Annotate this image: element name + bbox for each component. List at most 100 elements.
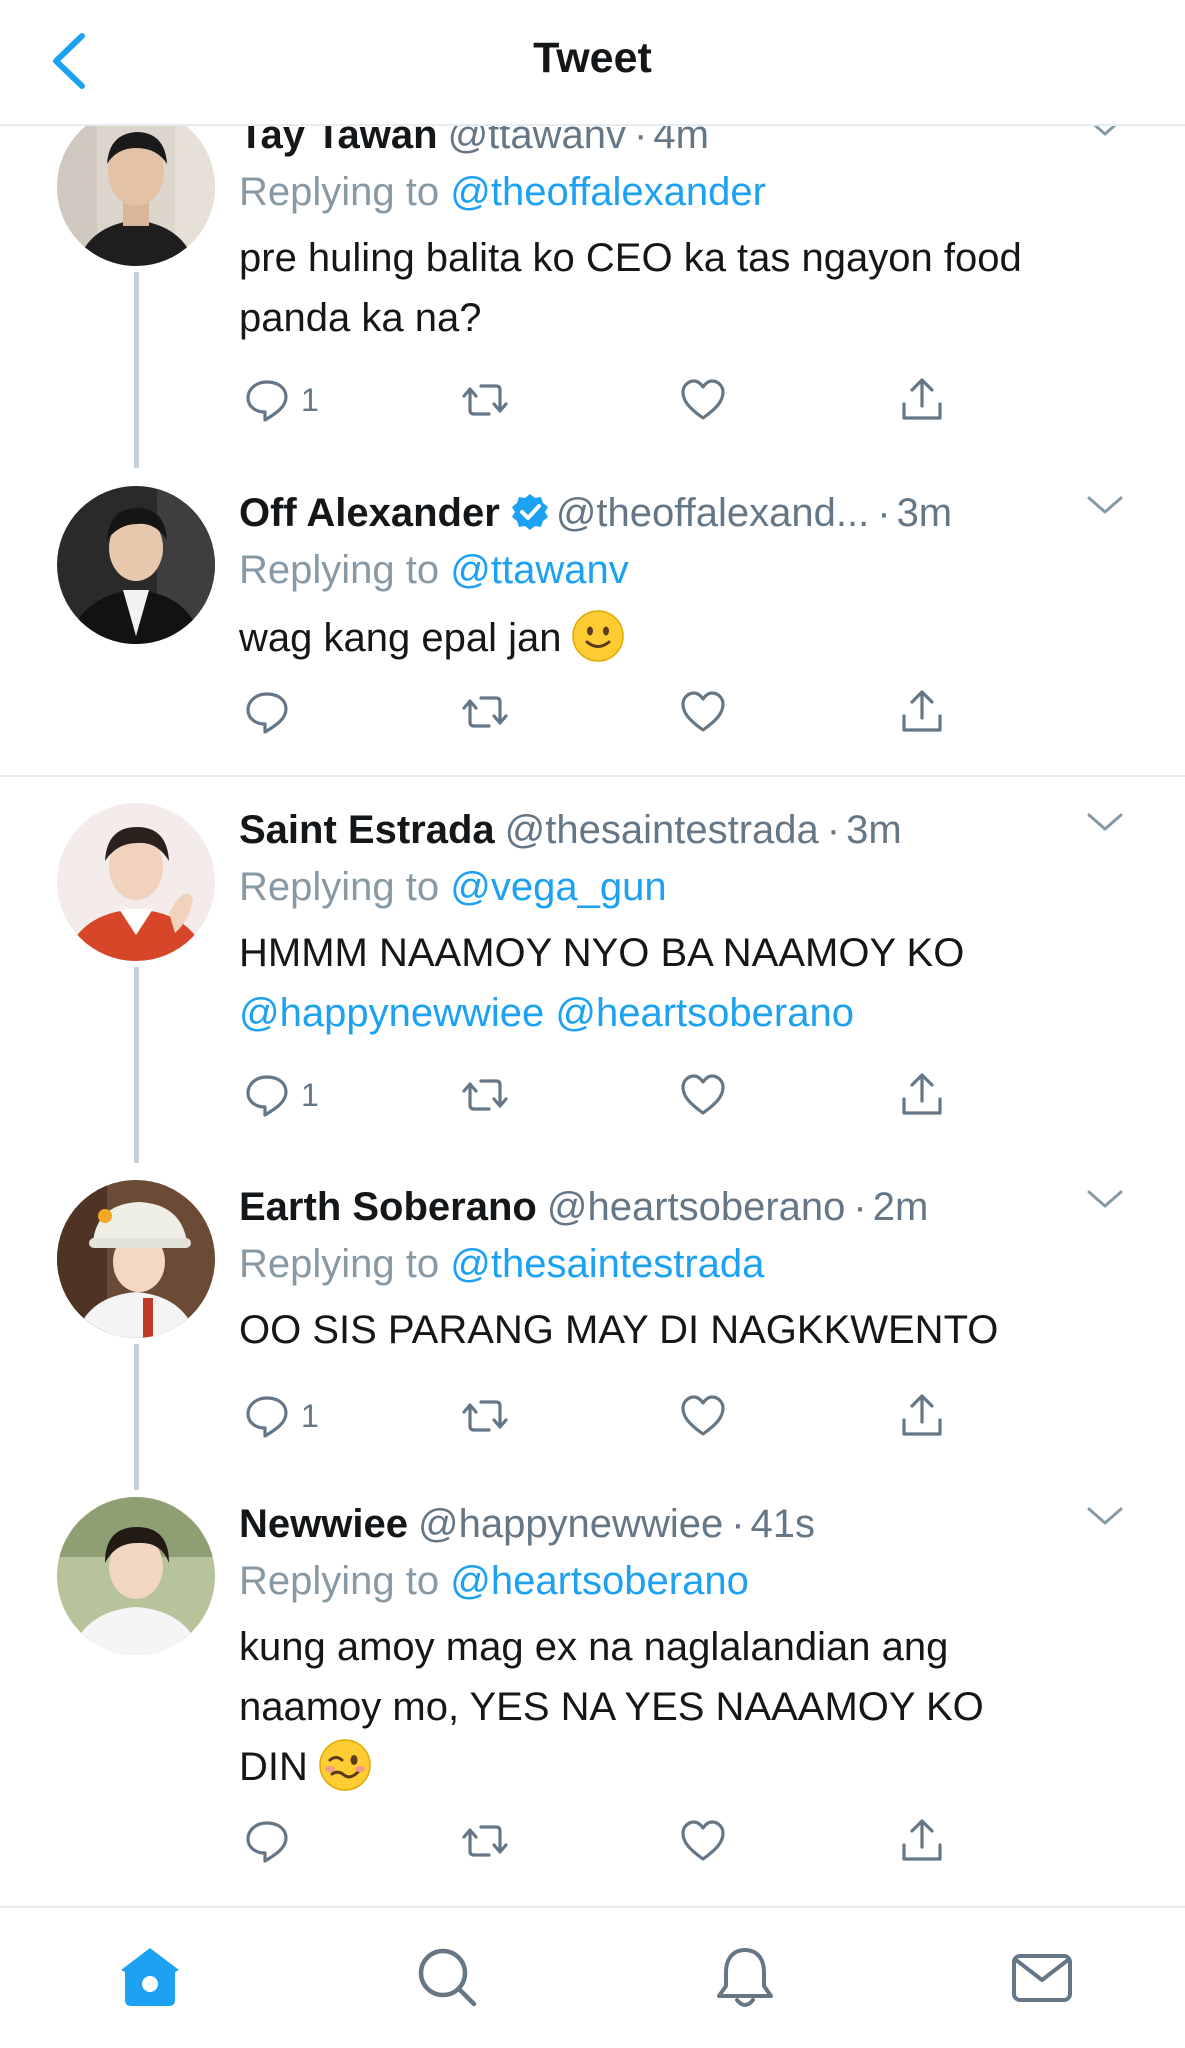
display-name[interactable]: Earth Soberano	[239, 1185, 537, 1229]
user-handle[interactable]: @happynewwiee	[418, 1502, 723, 1546]
share-icon	[902, 378, 942, 420]
chevron-down-icon[interactable]	[1085, 1188, 1125, 1212]
retweet-button[interactable]	[461, 1065, 509, 1125]
replying-to: Replying to @thesaintestrada	[239, 1234, 1145, 1294]
tab-notifications[interactable]	[710, 1942, 780, 2012]
like-button[interactable]	[679, 1386, 727, 1446]
tweet-text-line: naamoy mo, YES NA YES NAAAMOY KO	[239, 1685, 984, 1729]
tweet-tay-tawan[interactable]: Tay Tawan @ttawanv · 4m Replying to @theoff…	[0, 126, 1185, 478]
dot-separator: ·	[853, 1185, 867, 1229]
tweet-off-alexander[interactable]: Off Alexander @theoffalexand... · 3m Replyi…	[0, 486, 1185, 771]
tweet-newwiee[interactable]: Newwiee @happynewwiee · 41s Replying to @he…	[0, 1497, 1185, 1897]
heart-icon	[681, 691, 725, 732]
user-handle[interactable]: @ttawanv	[448, 126, 626, 157]
retweet-button[interactable]	[461, 1811, 509, 1871]
user-handle[interactable]: @theoffalexand...	[556, 491, 869, 535]
retweet-icon	[462, 1400, 508, 1432]
like-button[interactable]	[679, 1065, 727, 1125]
replying-to: Replying to @theoffalexander	[239, 162, 1145, 222]
avatar-newwiee[interactable]	[57, 1497, 215, 1655]
user-handle[interactable]: @thesaintestrada	[505, 808, 819, 852]
mention-link[interactable]: @happynewwiee	[239, 991, 544, 1035]
display-name[interactable]: Saint Estrada	[239, 808, 495, 852]
woozy-face-icon	[319, 1739, 371, 1791]
thread-divider	[0, 775, 1185, 777]
replying-to: Replying to @heartsoberano	[239, 1551, 1145, 1611]
retweet-button[interactable]	[461, 682, 509, 742]
tweet-text-body: HMMM NAAMOY NYO BA NAAMOY KO	[239, 931, 965, 975]
retweet-button[interactable]	[461, 370, 509, 430]
replying-prefix: Replying to	[239, 170, 440, 214]
tweet-earth-soberano[interactable]: Earth Soberano @heartsoberano · 2m Replying…	[0, 1180, 1185, 1490]
replying-to: Replying to @vega_gun	[239, 857, 1145, 917]
reply-button[interactable]: 1	[243, 1386, 319, 1446]
top-bar: Tweet	[0, 0, 1185, 126]
bell-icon	[717, 1948, 773, 2007]
search-icon	[418, 1948, 477, 2007]
retweet-icon	[462, 696, 508, 728]
reply-count: 1	[301, 1076, 319, 1113]
share-icon	[902, 1819, 942, 1861]
user-handle[interactable]: @heartsoberano	[547, 1185, 846, 1229]
heart-icon	[681, 1820, 725, 1861]
tab-search[interactable]	[412, 1942, 482, 2012]
replying-to: Replying to @ttawanv	[239, 540, 1145, 600]
like-button[interactable]	[679, 682, 727, 742]
tweet-text-line: DIN	[239, 1745, 308, 1789]
avatar-earth-soberano[interactable]	[57, 1180, 215, 1338]
timestamp[interactable]: 2m	[873, 1185, 929, 1229]
like-button[interactable]	[679, 1811, 727, 1871]
thread-connector-line	[134, 1344, 139, 1490]
share-icon	[902, 1073, 942, 1115]
chevron-down-icon[interactable]	[1085, 811, 1125, 835]
display-name[interactable]: Newwiee	[239, 1502, 408, 1546]
retweet-icon	[462, 1079, 508, 1111]
tab-messages[interactable]	[1007, 1942, 1077, 2012]
tab-home[interactable]	[115, 1942, 185, 2012]
reply-button[interactable]	[243, 1811, 301, 1871]
chevron-down-icon[interactable]	[1085, 126, 1125, 140]
replying-to-mention[interactable]: @vega_gun	[450, 865, 666, 909]
chevron-down-icon[interactable]	[1085, 494, 1125, 518]
tweet-text: OO SIS PARANG MAY DI NAGKKWENTO	[239, 1308, 999, 1352]
dot-separator: ·	[634, 126, 648, 157]
tweet-thread: Tay Tawan @ttawanv · 4m Replying to @theoff…	[0, 126, 1185, 1906]
tweet-text: HMMM NAAMOY NYO BA NAAMOY KO @happynewwi…	[239, 923, 1145, 1043]
share-button[interactable]	[898, 370, 946, 430]
thread-connector-line	[134, 967, 139, 1163]
retweet-icon	[462, 1825, 508, 1857]
avatar-saint-estrada[interactable]	[57, 803, 215, 961]
mention-link[interactable]: @heartsoberano	[555, 991, 854, 1035]
dot-separator: ·	[731, 1502, 745, 1546]
timestamp[interactable]: 4m	[653, 126, 709, 157]
avatar-tay-tawan[interactable]	[57, 126, 215, 266]
replying-to-mention[interactable]: @thesaintestrada	[450, 1242, 764, 1286]
reply-button[interactable]: 1	[243, 370, 319, 430]
share-button[interactable]	[898, 1811, 946, 1871]
reply-button[interactable]	[243, 682, 301, 742]
reply-icon	[246, 1075, 288, 1117]
avatar-off-alexander[interactable]	[57, 486, 215, 644]
timestamp[interactable]: 3m	[897, 491, 953, 535]
replying-prefix: Replying to	[239, 1242, 440, 1286]
tweet-text-line: kung amoy mag ex na naglalandian ang	[239, 1625, 949, 1669]
tweet-saint-estrada[interactable]: Saint Estrada @thesaintestrada · 3m Replyin…	[0, 803, 1185, 1173]
share-button[interactable]	[898, 1386, 946, 1446]
replying-to-mention[interactable]: @heartsoberano	[450, 1559, 749, 1603]
timestamp[interactable]: 3m	[846, 808, 902, 852]
display-name[interactable]: Tay Tawan	[239, 126, 438, 157]
envelope-icon	[1012, 1954, 1072, 2002]
timestamp[interactable]: 41s	[751, 1502, 816, 1546]
chevron-down-icon[interactable]	[1085, 1505, 1125, 1529]
reply-icon	[246, 1396, 288, 1438]
replying-to-mention[interactable]: @ttawanv	[450, 548, 628, 592]
share-button[interactable]	[898, 1065, 946, 1125]
display-name[interactable]: Off Alexander	[239, 491, 500, 535]
reply-button[interactable]: 1	[243, 1065, 319, 1125]
retweet-button[interactable]	[461, 1386, 509, 1446]
like-button[interactable]	[679, 370, 727, 430]
replying-to-mention[interactable]: @theoffalexander	[450, 170, 766, 214]
share-button[interactable]	[898, 682, 946, 742]
reply-icon	[246, 692, 288, 734]
replying-prefix: Replying to	[239, 1559, 440, 1603]
